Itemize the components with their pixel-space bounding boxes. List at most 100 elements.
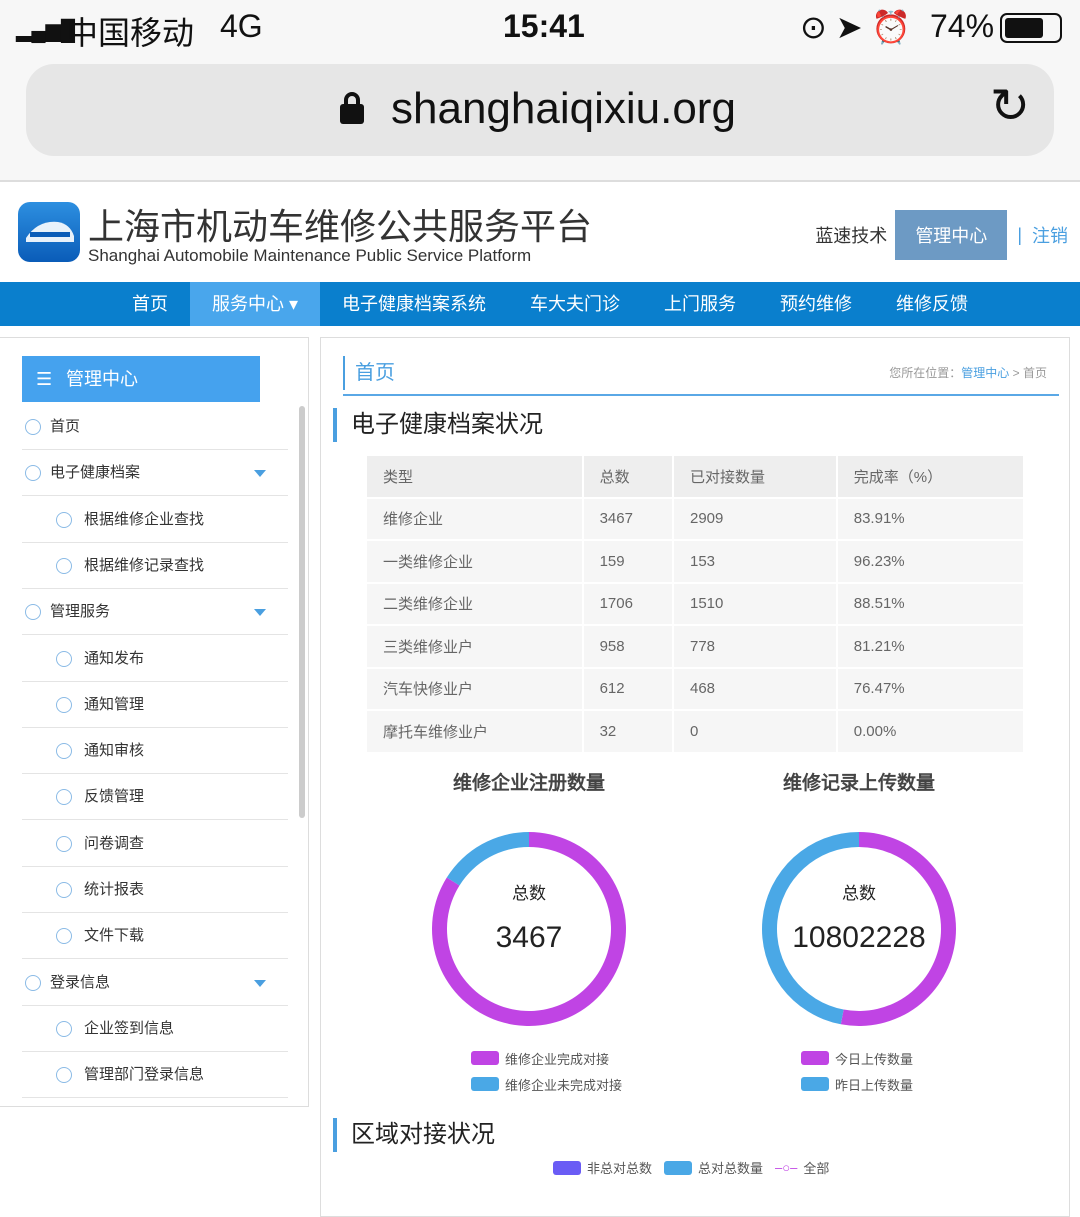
donut-center-label: 总数 bbox=[842, 884, 876, 903]
table-cell: 159 bbox=[583, 540, 673, 583]
nav-service-center[interactable]: 服务中心 ▾ bbox=[190, 282, 320, 326]
table-cell: 96.23% bbox=[837, 540, 1024, 583]
network: 4G bbox=[220, 8, 263, 45]
menu-item-icon bbox=[56, 512, 72, 528]
table-cell: 81.21% bbox=[837, 625, 1024, 668]
sidebar-item[interactable]: 通知审核 bbox=[22, 728, 288, 774]
breadcrumb-link[interactable]: 管理中心 bbox=[961, 366, 1009, 380]
sidebar-item[interactable]: 电子健康档案 bbox=[22, 450, 288, 496]
sidebar-item[interactable]: 通知管理 bbox=[22, 682, 288, 728]
logout-link[interactable]: 注销 bbox=[1032, 222, 1068, 248]
reload-icon[interactable]: ↻ bbox=[990, 78, 1030, 134]
legend-item[interactable]: –○–全部 bbox=[775, 1158, 829, 1177]
chart-title: 维修记录上传数量 bbox=[709, 768, 1009, 795]
url-text: shanghaiqixiu.org bbox=[391, 84, 736, 134]
table-row: 二类维修企业1706151088.51% bbox=[366, 583, 1024, 626]
table-cell: 1706 bbox=[583, 583, 673, 626]
donut-center-value: 10802228 bbox=[792, 921, 925, 954]
status-bar: ▂▄▆█ 中国移动 4G 15:41 ⊙ ➤ ⏰ 74% bbox=[0, 0, 1080, 56]
table-cell: 三类维修业户 bbox=[366, 625, 583, 668]
sidebar-item[interactable]: 管理服务 bbox=[22, 589, 288, 635]
legend-swatch bbox=[471, 1077, 499, 1091]
main-nav: 首页 服务中心 ▾ 电子健康档案系统 车大夫门诊 上门服务 预约维修 维修反馈 bbox=[0, 282, 1080, 326]
health-records-table: 类型总数已对接数量完成率（%） 维修企业3467290983.91%一类维修企业… bbox=[365, 454, 1025, 754]
legend-swatch bbox=[553, 1161, 581, 1175]
table-cell: 2909 bbox=[673, 498, 837, 541]
sidebar-item[interactable]: 根据维修企业查找 bbox=[22, 497, 288, 543]
legend-item[interactable]: 总对总数量 bbox=[664, 1158, 763, 1177]
clock: 15:41 bbox=[503, 8, 585, 45]
menu-item-icon bbox=[56, 836, 72, 852]
table-row: 一类维修企业15915396.23% bbox=[366, 540, 1024, 583]
chart-record-upload: 维修记录上传数量总数 10802228 今日上传数量昨日上传数量 bbox=[709, 768, 1009, 1097]
sidebar-item[interactable]: 反馈管理 bbox=[22, 774, 288, 820]
table-cell: 153 bbox=[673, 540, 837, 583]
rotation-lock-icon: ⊙ ➤ ⏰ bbox=[800, 8, 911, 46]
table-cell: 83.91% bbox=[837, 498, 1024, 541]
legend-item[interactable]: 非总对总数 bbox=[553, 1158, 652, 1177]
table-cell: 958 bbox=[583, 625, 673, 668]
sidebar: ☰管理中心 首页电子健康档案根据维修企业查找根据维修记录查找管理服务通知发布通知… bbox=[0, 337, 309, 1107]
page-title: 首页 bbox=[343, 356, 395, 390]
lock-icon bbox=[340, 92, 364, 124]
site-logo bbox=[18, 202, 80, 262]
table-row: 三类维修业户95877881.21% bbox=[366, 625, 1024, 668]
table-cell: 二类维修企业 bbox=[366, 583, 583, 626]
address-bar[interactable]: shanghaiqixiu.org ↻ bbox=[26, 64, 1054, 156]
table-cell: 维修企业 bbox=[366, 498, 583, 541]
table-cell: 汽车快修业户 bbox=[366, 668, 583, 711]
admin-center-button[interactable]: 管理中心 bbox=[895, 210, 1007, 260]
table-cell: 0 bbox=[673, 710, 837, 753]
nav-feedback[interactable]: 维修反馈 bbox=[874, 282, 990, 326]
chart-enterprise-registration: 维修企业注册数量总数3467维修企业完成对接维修企业未完成对接 bbox=[379, 768, 679, 1097]
menu-item-icon bbox=[56, 558, 72, 574]
legend-swatch bbox=[801, 1051, 829, 1065]
section-title: 电子健康档案状况 bbox=[333, 408, 543, 442]
carrier: 中国移动 bbox=[66, 8, 194, 54]
table-cell: 一类维修企业 bbox=[366, 540, 583, 583]
chevron-down-icon bbox=[254, 980, 266, 993]
menu-item-icon bbox=[56, 789, 72, 805]
table-cell: 0.00% bbox=[837, 710, 1024, 753]
legend-item[interactable]: 昨日上传数量 bbox=[801, 1071, 1009, 1097]
legend-item[interactable]: 维修企业完成对接 bbox=[471, 1045, 679, 1071]
nav-home[interactable]: 首页 bbox=[110, 282, 190, 326]
table-cell: 612 bbox=[583, 668, 673, 711]
site-subtitle: Shanghai Automobile Maintenance Public S… bbox=[88, 246, 531, 266]
table-cell: 3467 bbox=[583, 498, 673, 541]
section-title: 区域对接状况 bbox=[333, 1118, 495, 1152]
site-title: 上海市机动车维修公共服务平台 bbox=[88, 198, 592, 250]
chart-title: 维修企业注册数量 bbox=[379, 768, 679, 795]
table-cell: 778 bbox=[673, 625, 837, 668]
sidebar-item[interactable]: 根据维修记录查找 bbox=[22, 543, 288, 589]
sidebar-item[interactable]: 问卷调查 bbox=[22, 821, 288, 867]
sidebar-item[interactable]: 统计报表 bbox=[22, 867, 288, 913]
table-row: 汽车快修业户61246876.47% bbox=[366, 668, 1024, 711]
legend-item[interactable]: 维修企业未完成对接 bbox=[471, 1071, 679, 1097]
donut-slice[interactable] bbox=[447, 832, 529, 885]
nav-home-service[interactable]: 上门服务 bbox=[642, 282, 758, 326]
nav-health-records[interactable]: 电子健康档案系统 bbox=[320, 282, 508, 326]
legend-swatch bbox=[801, 1077, 829, 1091]
donut-center-value: 3467 bbox=[496, 921, 563, 954]
sidebar-item[interactable]: 通知发布 bbox=[22, 636, 288, 682]
main-content: 首页 您所在位置：管理中心 > 首页 电子健康档案状况 类型总数已对接数量完成率… bbox=[320, 337, 1070, 1217]
menu-item-icon bbox=[56, 1067, 72, 1083]
sidebar-item[interactable]: 企业签到信息 bbox=[22, 1006, 288, 1052]
legend-item[interactable]: 今日上传数量 bbox=[801, 1045, 1009, 1071]
menu-item-icon bbox=[25, 465, 41, 481]
sidebar-item[interactable]: 文件下载 bbox=[22, 913, 288, 959]
table-cell: 88.51% bbox=[837, 583, 1024, 626]
sidebar-item[interactable]: 首页 bbox=[22, 404, 288, 450]
nav-appointment[interactable]: 预约维修 bbox=[758, 282, 874, 326]
menu-item-icon bbox=[56, 651, 72, 667]
legend-swatch bbox=[471, 1051, 499, 1065]
sidebar-item[interactable]: 登录信息 bbox=[22, 960, 288, 1006]
legend-swatch bbox=[664, 1161, 692, 1175]
table-cell: 1510 bbox=[673, 583, 837, 626]
sidebar-item[interactable]: 管理部门登录信息 bbox=[22, 1052, 288, 1098]
region-legend: 非总对总数总对总数量 –○–全部 bbox=[553, 1158, 841, 1177]
nav-car-doctor[interactable]: 车大夫门诊 bbox=[508, 282, 642, 326]
menu-item-icon bbox=[56, 1021, 72, 1037]
sidebar-scrollbar[interactable] bbox=[299, 406, 305, 818]
